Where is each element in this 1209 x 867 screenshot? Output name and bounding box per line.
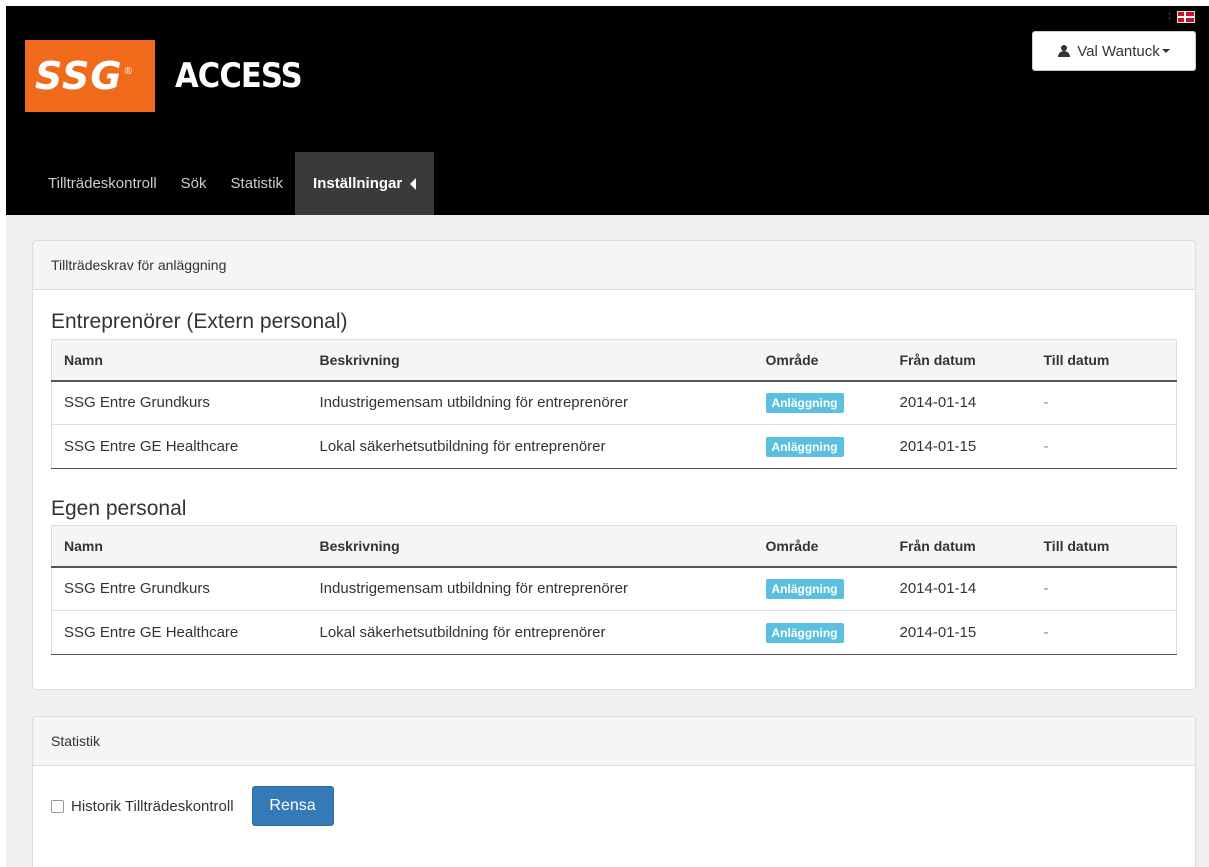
cell-from-date: 2014-01-14	[887, 380, 1032, 425]
cell-name: SSG Entre GE Healthcare	[51, 424, 308, 469]
cell-description: Lokal säkerhetsutbildning för entreprenö…	[307, 610, 754, 655]
logo-registered-mark: ®	[124, 65, 132, 77]
table-header-row: Namn Beskrivning Område Från datum Till …	[51, 525, 1177, 568]
user-menu-button[interactable]: Val Wantuck	[1032, 31, 1196, 71]
flag-separator: :	[1168, 10, 1172, 22]
nav-item-statistik[interactable]: Statistik	[219, 152, 296, 215]
column-header-description[interactable]: Beskrivning	[307, 339, 754, 382]
column-header-area[interactable]: Område	[753, 339, 888, 382]
cell-area: Anläggning	[753, 566, 888, 611]
area-badge: Anläggning	[765, 578, 844, 599]
column-header-from-date[interactable]: Från datum	[887, 339, 1032, 382]
cell-description: Industrigemensam utbildning för entrepre…	[307, 380, 754, 425]
nav-item-installningar[interactable]: Inställningar	[295, 152, 435, 215]
chevron-down-icon	[1161, 49, 1170, 53]
cell-name: SSG Entre Grundkurs	[51, 380, 308, 425]
column-header-name[interactable]: Namn	[51, 339, 308, 382]
logo-badge: SSG ®	[25, 40, 155, 112]
cell-description: Industrigemensam utbildning för entrepre…	[307, 566, 754, 611]
main-nav: Tillträdeskontroll Sök Statistik Inställ…	[36, 152, 435, 215]
cell-area: Anläggning	[753, 380, 888, 425]
cell-to-date: -	[1031, 424, 1177, 469]
table-row[interactable]: SSG Entre Grundkurs Industrigemensam utb…	[51, 566, 1177, 611]
own-staff-table: Namn Beskrivning Område Från datum Till …	[51, 525, 1177, 655]
app-name: ACCESS	[175, 56, 303, 96]
nav-label: Sök	[180, 175, 207, 192]
nav-label: Inställningar	[313, 175, 403, 192]
panel-body: Historik Tillträdeskontroll Rensa	[33, 766, 1195, 846]
clear-button[interactable]: Rensa	[251, 786, 334, 826]
logo[interactable]: SSG ® ACCESS	[25, 40, 316, 112]
statistics-controls: Historik Tillträdeskontroll Rensa	[51, 766, 1177, 846]
panel-heading: Statistik	[33, 717, 1195, 766]
area-badge: Anläggning	[765, 436, 844, 457]
user-icon	[1058, 45, 1071, 57]
column-header-from-date[interactable]: Från datum	[887, 525, 1032, 568]
access-requirements-panel: Tillträdeskrav för anläggning Entreprenö…	[32, 240, 1196, 690]
column-header-description[interactable]: Beskrivning	[307, 525, 754, 568]
nav-label: Tillträdeskontroll	[48, 175, 157, 192]
column-header-to-date[interactable]: Till datum	[1031, 525, 1177, 568]
uk-flag-icon[interactable]	[1177, 11, 1195, 23]
history-checkbox-label[interactable]: Historik Tillträdeskontroll	[71, 798, 234, 815]
cell-to-date: -	[1031, 380, 1177, 425]
cell-to-date: -	[1031, 566, 1177, 611]
nav-label: Statistik	[230, 175, 284, 192]
contractors-table: Namn Beskrivning Område Från datum Till …	[51, 339, 1177, 469]
nav-item-tilltradeskontroll[interactable]: Tillträdeskontroll	[36, 152, 169, 215]
table-row[interactable]: SSG Entre GE Healthcare Lokal säkerhetsu…	[51, 610, 1177, 655]
cell-description: Lokal säkerhetsutbildning för entreprenö…	[307, 424, 754, 469]
cell-name: SSG Entre Grundkurs	[51, 566, 308, 611]
section-title-contractors: Entreprenörer (Extern personal)	[51, 310, 348, 333]
active-indicator-icon	[410, 177, 417, 190]
column-header-area[interactable]: Område	[753, 525, 888, 568]
cell-from-date: 2014-01-14	[887, 566, 1032, 611]
table-row[interactable]: SSG Entre Grundkurs Industrigemensam utb…	[51, 380, 1177, 425]
cell-area: Anläggning	[753, 610, 888, 655]
area-badge: Anläggning	[765, 392, 844, 413]
cell-from-date: 2014-01-15	[887, 610, 1032, 655]
column-header-to-date[interactable]: Till datum	[1031, 339, 1177, 382]
nav-item-sok[interactable]: Sök	[169, 152, 219, 215]
cell-name: SSG Entre GE Healthcare	[51, 610, 308, 655]
table-row[interactable]: SSG Entre GE Healthcare Lokal säkerhetsu…	[51, 424, 1177, 469]
panel-heading: Tillträdeskrav för anläggning	[33, 241, 1195, 290]
section-title-own-staff: Egen personal	[51, 497, 187, 520]
cell-to-date: -	[1031, 610, 1177, 655]
cell-from-date: 2014-01-15	[887, 424, 1032, 469]
left-edge	[0, 0, 6, 867]
column-header-name[interactable]: Namn	[51, 525, 308, 568]
cell-area: Anläggning	[753, 424, 888, 469]
panel-body: Entreprenörer (Extern personal) Namn Bes…	[33, 310, 1195, 655]
area-badge: Anläggning	[765, 622, 844, 643]
user-name: Val Wantuck	[1077, 42, 1160, 60]
logo-text: SSG	[35, 54, 123, 98]
table-header-row: Namn Beskrivning Område Från datum Till …	[51, 339, 1177, 382]
statistics-panel: Statistik Historik Tillträdeskontroll Re…	[32, 716, 1196, 867]
history-checkbox[interactable]	[51, 799, 64, 813]
